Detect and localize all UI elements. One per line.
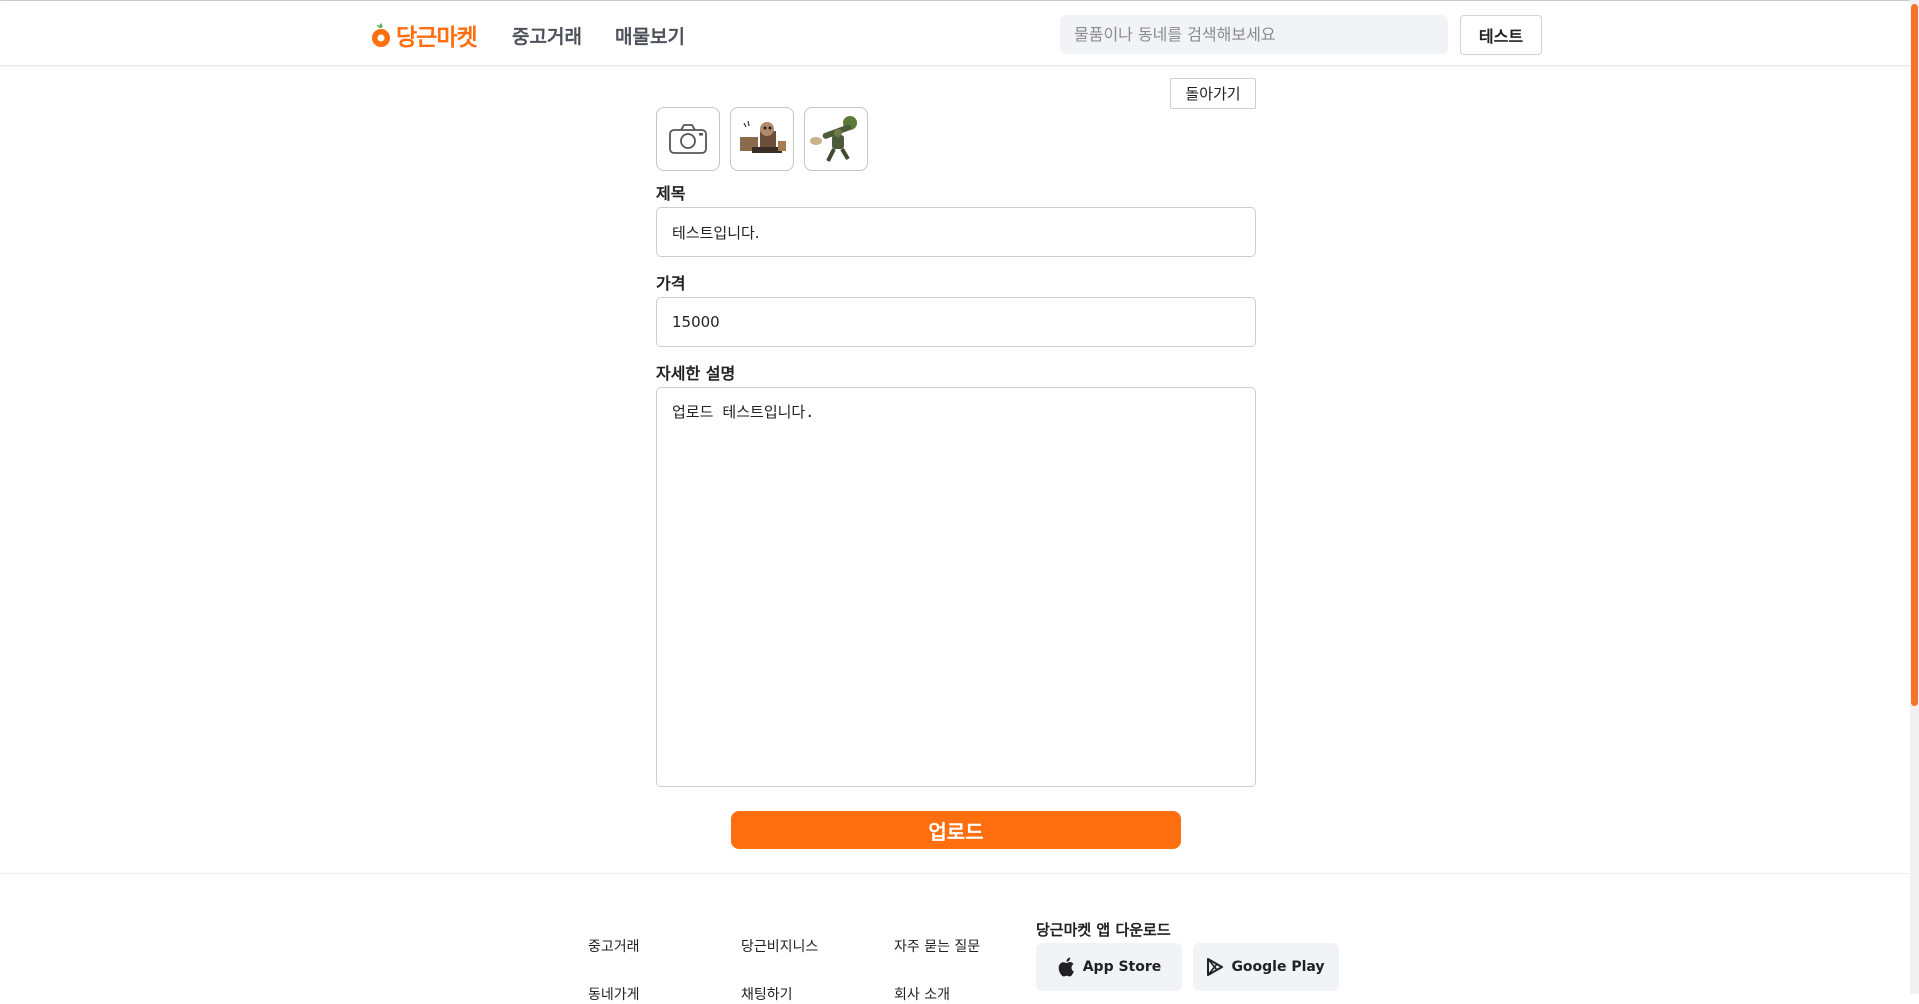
price-input-value: 15000 (672, 313, 720, 331)
title-label: 제목 (656, 184, 686, 203)
app-store-button[interactable]: App Store (1036, 943, 1182, 991)
description-label: 자세한 설명 (656, 364, 736, 383)
description-textarea[interactable]: 업로드 테스트입니다. (656, 387, 1256, 787)
scrollbar-thumb[interactable] (1911, 4, 1918, 706)
price-label: 가격 (656, 274, 686, 293)
footer-link[interactable]: 회사 소개 (894, 984, 950, 1004)
title-input-value: 테스트입니다. (672, 223, 760, 242)
site-header: 당근마켓 중고거래 매물보기 테스트 (0, 1, 1919, 66)
uploaded-image-2 (810, 116, 857, 162)
google-play-button[interactable]: Google Play (1193, 943, 1339, 991)
footer-link[interactable]: 당근비지니스 (741, 936, 818, 956)
camera-icon (669, 124, 707, 154)
nav-listings[interactable]: 매물보기 (615, 22, 685, 49)
footer-link[interactable]: 채팅하기 (741, 984, 793, 1004)
app-download-title: 당근마켓 앱 다운로드 (1036, 921, 1171, 939)
footer-link[interactable]: 중고거래 (588, 936, 640, 956)
logo[interactable]: 당근마켓 (370, 19, 478, 51)
user-button[interactable]: 테스트 (1460, 15, 1542, 55)
price-input[interactable]: 15000 (656, 297, 1256, 347)
footer-link[interactable]: 동네가게 (588, 984, 640, 1004)
title-input[interactable]: 테스트입니다. (656, 207, 1256, 257)
add-photo-button[interactable] (656, 107, 720, 171)
apple-icon (1058, 957, 1074, 977)
uploaded-image-thumbnail[interactable] (730, 107, 794, 171)
uploaded-image-thumbnail[interactable] (804, 107, 868, 171)
footer-divider (0, 873, 1910, 874)
upload-button[interactable]: 업로드 (731, 811, 1181, 849)
logo-text: 당근마켓 (396, 25, 478, 51)
uploaded-image-1 (740, 120, 786, 153)
google-play-label: Google Play (1231, 959, 1325, 975)
footer-link[interactable]: 자주 묻는 질문 (894, 936, 980, 956)
app-store-label: App Store (1082, 959, 1162, 975)
carrot-logo-icon (372, 23, 390, 47)
search-input[interactable] (1060, 15, 1448, 54)
nav-used-trade[interactable]: 중고거래 (512, 22, 582, 49)
google-play-icon (1207, 958, 1224, 976)
back-button[interactable]: 돌아가기 (1170, 78, 1256, 109)
